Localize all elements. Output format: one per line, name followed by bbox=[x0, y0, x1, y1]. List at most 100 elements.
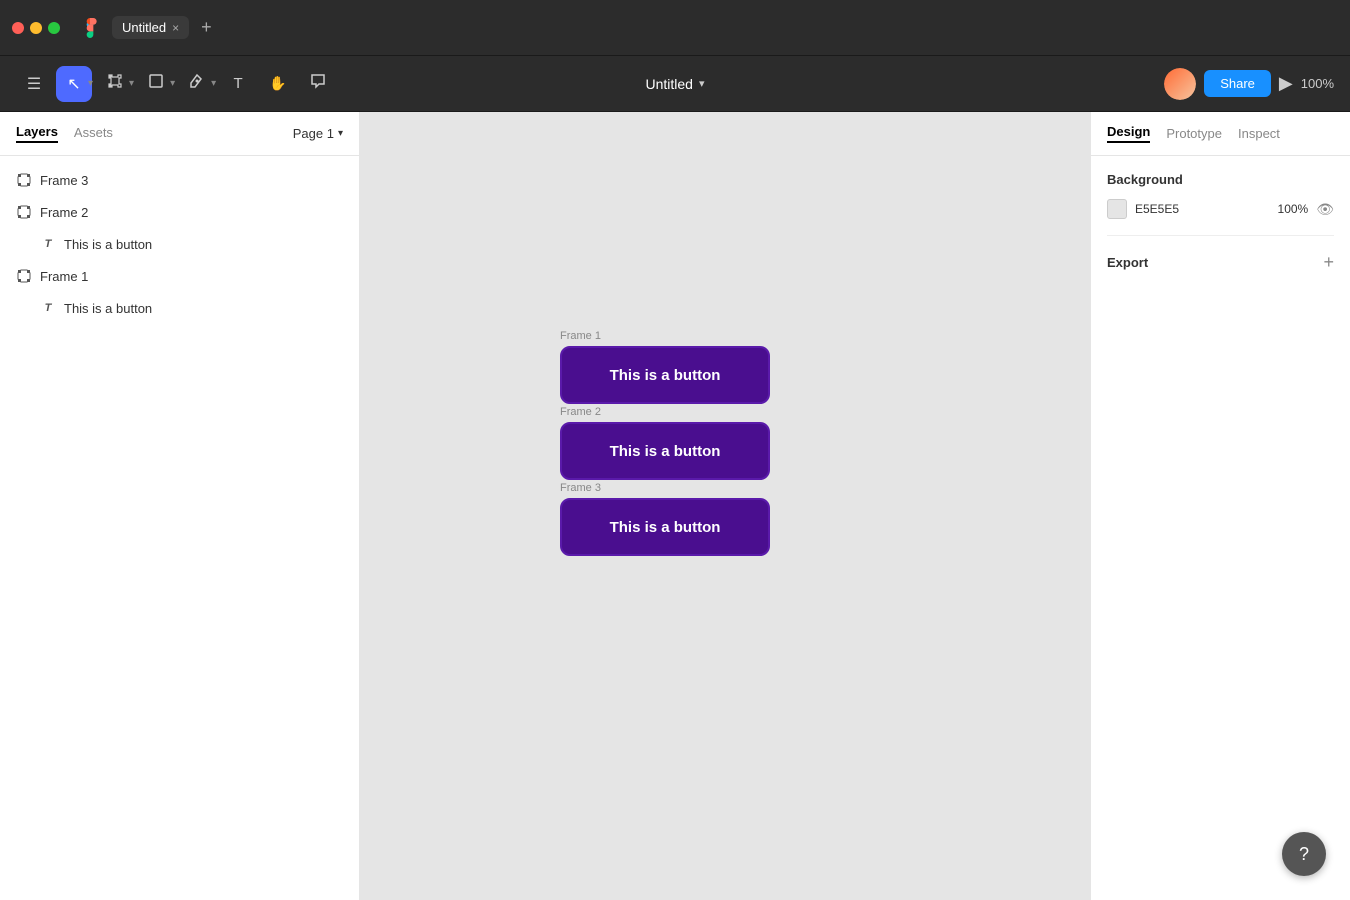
fullscreen-traffic-light[interactable] bbox=[48, 22, 60, 34]
avatar bbox=[1164, 68, 1196, 100]
canvas-button-1[interactable]: This is a button bbox=[560, 346, 770, 404]
background-color-swatch[interactable] bbox=[1107, 199, 1127, 219]
project-title-section[interactable]: Untitled ▾ bbox=[646, 76, 705, 92]
pen-icon bbox=[189, 73, 205, 94]
project-dropdown-icon: ▾ bbox=[699, 77, 705, 90]
shape-tool-button[interactable] bbox=[138, 66, 174, 102]
export-add-button[interactable]: + bbox=[1323, 252, 1334, 273]
canvas-button-2-text: This is a button bbox=[610, 443, 721, 460]
select-dropdown-arrow: ▾ bbox=[88, 78, 93, 89]
layer-item-frame3[interactable]: Frame 3 bbox=[0, 164, 359, 196]
select-icon: ↖ bbox=[67, 74, 80, 94]
shape-tool-group: ▾ bbox=[138, 66, 175, 102]
canvas[interactable]: Frame 1 This is a button Frame 2 This is… bbox=[360, 112, 1090, 900]
tab-prototype[interactable]: Prototype bbox=[1166, 126, 1222, 141]
toolbar-right: Share ▶ 100% bbox=[1164, 68, 1334, 100]
export-section: Export + bbox=[1107, 252, 1334, 273]
canvas-frame3-label: Frame 3 bbox=[560, 482, 770, 494]
page-selector-chevron: ▾ bbox=[338, 128, 343, 139]
section-divider bbox=[1107, 235, 1334, 236]
layers-panel: Frame 3 Frame 2 bbox=[0, 156, 359, 900]
sidebar-tab-assets[interactable]: Assets bbox=[74, 125, 113, 142]
layer-label-text2: This is a button bbox=[64, 237, 152, 252]
right-panel-tabs: Design Prototype Inspect bbox=[1091, 112, 1350, 156]
canvas-frame1-label: Frame 1 bbox=[560, 330, 770, 342]
toolbar-tools: ☰ ↖ ▾ ▾ bbox=[16, 66, 336, 102]
layer-item-text2[interactable]: T This is a button bbox=[0, 228, 359, 260]
tab-design[interactable]: Design bbox=[1107, 124, 1150, 143]
canvas-frame1-group: Frame 1 This is a button bbox=[560, 330, 770, 404]
background-color-row: E5E5E5 100% 👁 bbox=[1107, 199, 1334, 219]
frame-tool-button[interactable] bbox=[97, 66, 133, 102]
hand-tool-button[interactable]: ✋ bbox=[260, 66, 296, 102]
frame-dropdown-arrow: ▾ bbox=[129, 78, 134, 89]
layer-item-frame2[interactable]: Frame 2 bbox=[0, 196, 359, 228]
frame-icon-2 bbox=[16, 204, 32, 220]
frame-icon bbox=[107, 73, 123, 94]
text-tool-button[interactable]: T bbox=[220, 66, 256, 102]
text-icon-1: T bbox=[40, 300, 56, 316]
help-button[interactable]: ? bbox=[1282, 832, 1326, 876]
layer-label-frame2: Frame 2 bbox=[40, 205, 88, 220]
project-title: Untitled bbox=[646, 76, 693, 92]
text-icon-2: T bbox=[40, 236, 56, 252]
sidebar-tabs: Layers Assets Page 1 ▾ bbox=[0, 112, 359, 156]
frames-container: Frame 1 This is a button Frame 2 This is… bbox=[560, 330, 770, 558]
sidebar-tab-layers[interactable]: Layers bbox=[16, 124, 58, 143]
frame-icon-3 bbox=[16, 172, 32, 188]
titlebar: Untitled × + bbox=[0, 0, 1350, 56]
share-button[interactable]: Share bbox=[1204, 70, 1271, 97]
active-tab[interactable]: Untitled × bbox=[112, 16, 189, 39]
page-selector-label: Page 1 bbox=[293, 126, 334, 141]
toolbar: ☰ ↖ ▾ ▾ bbox=[0, 56, 1350, 112]
canvas-frame2-group: Frame 2 This is a button bbox=[560, 406, 770, 480]
layer-label-text1: This is a button bbox=[64, 301, 152, 316]
canvas-frame2-label: Frame 2 bbox=[560, 406, 770, 418]
pen-tool-group: ▾ bbox=[179, 66, 216, 102]
layer-label-frame3: Frame 3 bbox=[40, 173, 88, 188]
export-label: Export bbox=[1107, 255, 1148, 270]
design-panel-content: Background E5E5E5 100% 👁 Export + bbox=[1091, 156, 1350, 289]
menu-button[interactable]: ☰ bbox=[16, 66, 52, 102]
comment-tool-button[interactable] bbox=[300, 66, 336, 102]
background-section-title: Background bbox=[1107, 172, 1334, 187]
select-tool-group: ↖ ▾ bbox=[56, 66, 93, 102]
shape-dropdown-arrow: ▾ bbox=[170, 78, 175, 89]
avatar-image bbox=[1164, 68, 1196, 100]
pen-tool-button[interactable] bbox=[179, 66, 215, 102]
comment-icon bbox=[310, 73, 326, 94]
visibility-toggle-icon[interactable]: 👁 bbox=[1316, 201, 1334, 218]
frame-icon-1 bbox=[16, 268, 32, 284]
layer-item-text1[interactable]: T This is a button bbox=[0, 292, 359, 324]
minimize-traffic-light[interactable] bbox=[30, 22, 42, 34]
select-tool-button[interactable]: ↖ bbox=[56, 66, 92, 102]
canvas-frame3-group: Frame 3 This is a button bbox=[560, 482, 770, 556]
play-button[interactable]: ▶ bbox=[1279, 73, 1293, 94]
page-selector[interactable]: Page 1 ▾ bbox=[293, 126, 343, 141]
text-tool-icon: T bbox=[234, 75, 243, 92]
sidebar: Layers Assets Page 1 ▾ bbox=[0, 112, 360, 900]
figma-logo-icon bbox=[76, 14, 104, 42]
close-traffic-light[interactable] bbox=[12, 22, 24, 34]
canvas-button-3[interactable]: This is a button bbox=[560, 498, 770, 556]
background-hex-value: E5E5E5 bbox=[1135, 202, 1270, 216]
frame-tool-group: ▾ bbox=[97, 66, 134, 102]
tab-inspect[interactable]: Inspect bbox=[1238, 126, 1280, 141]
tab-label: Untitled bbox=[122, 20, 166, 35]
layer-label-frame1: Frame 1 bbox=[40, 269, 88, 284]
zoom-level: 100% bbox=[1301, 76, 1334, 91]
help-icon: ? bbox=[1299, 844, 1309, 865]
pen-dropdown-arrow: ▾ bbox=[211, 78, 216, 89]
traffic-lights bbox=[12, 22, 60, 34]
canvas-button-3-text: This is a button bbox=[610, 519, 721, 536]
tab-close-icon[interactable]: × bbox=[172, 21, 179, 35]
right-panel: Design Prototype Inspect Background E5E5… bbox=[1090, 112, 1350, 900]
canvas-button-2[interactable]: This is a button bbox=[560, 422, 770, 480]
canvas-button-1-text: This is a button bbox=[610, 367, 721, 384]
background-opacity-value: 100% bbox=[1278, 202, 1309, 216]
layer-item-frame1[interactable]: Frame 1 bbox=[0, 260, 359, 292]
new-tab-button[interactable]: + bbox=[201, 17, 212, 38]
shape-icon bbox=[148, 73, 164, 94]
main-layout: Layers Assets Page 1 ▾ bbox=[0, 112, 1350, 900]
play-icon: ▶ bbox=[1279, 73, 1293, 93]
